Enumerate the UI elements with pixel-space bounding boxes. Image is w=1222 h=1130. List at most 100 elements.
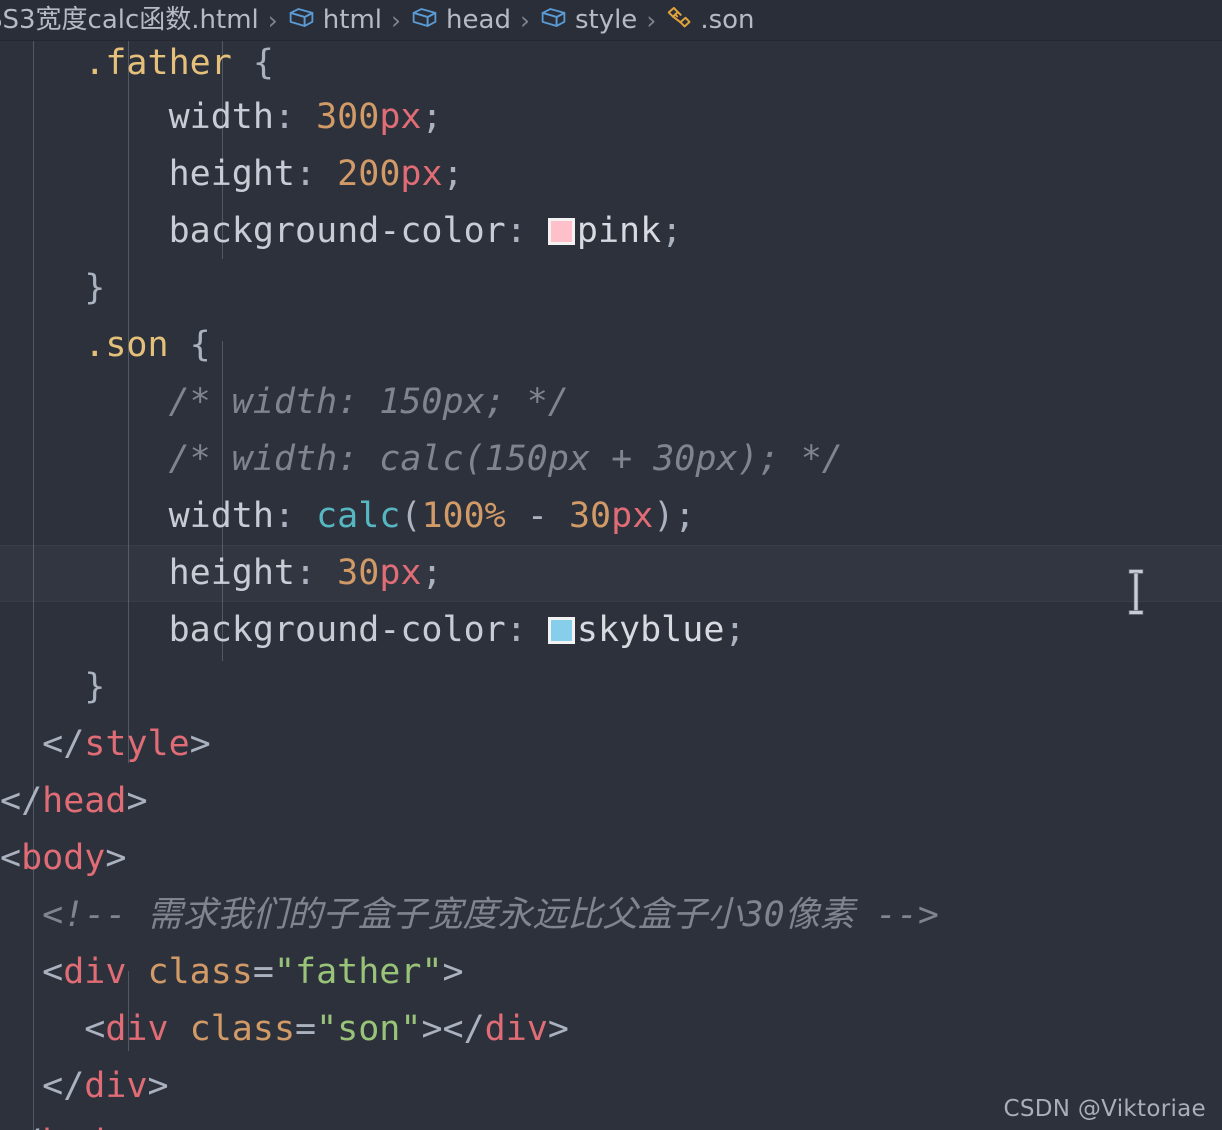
code-token: /* width: 150px; */ xyxy=(0,382,569,422)
symbol-module-icon xyxy=(539,3,568,37)
code-token: < xyxy=(0,838,22,878)
code-token: ; xyxy=(421,553,443,593)
code-line[interactable]: height: 200px; xyxy=(0,146,1222,203)
breadcrumb-item-.son[interactable]: .son xyxy=(665,4,755,37)
code-token: body xyxy=(42,1123,126,1130)
code-token: 30 xyxy=(568,496,612,536)
breadcrumb-separator: › xyxy=(267,5,278,35)
symbol-ruler-icon xyxy=(665,4,693,37)
code-line[interactable]: background-color: skyblue; xyxy=(0,602,1222,659)
code-line[interactable]: <body> xyxy=(0,830,1222,887)
code-line[interactable]: <!-- 需求我们的子盒子宽度永远比父盒子小30像素 --> xyxy=(0,887,1222,944)
code-line[interactable]: width: calc(100% - 30px); xyxy=(0,488,1222,545)
code-token: - xyxy=(505,496,569,536)
text-ibeam-cursor xyxy=(1128,569,1144,615)
code-token: "father" xyxy=(273,952,443,992)
csdn-watermark: CSDN @Viktoriae xyxy=(1003,1096,1206,1122)
code-token: = xyxy=(295,1009,317,1049)
code-token: height xyxy=(0,553,296,593)
breadcrumb-item-ss3calc.html[interactable]: SS3宽度calc函数.html xyxy=(0,7,259,33)
code-token: : xyxy=(505,211,548,251)
breadcrumb-separator: › xyxy=(519,5,530,35)
code-token: 30 xyxy=(337,553,380,593)
code-token: ); xyxy=(653,496,696,536)
code-line[interactable]: background-color: pink; xyxy=(0,203,1222,260)
code-token: pink xyxy=(576,211,662,251)
code-token: px xyxy=(400,154,443,194)
color-swatch-fill xyxy=(550,221,572,242)
code-line[interactable]: } xyxy=(0,659,1222,716)
code-token: { xyxy=(189,325,211,365)
color-swatch-skyblue[interactable] xyxy=(547,617,575,644)
code-token: </ xyxy=(0,724,85,764)
breadcrumb-item-style[interactable]: style xyxy=(539,3,637,37)
code-line[interactable]: /* width: 150px; */ xyxy=(0,374,1222,431)
code-line[interactable]: } xyxy=(0,260,1222,317)
code-token: div xyxy=(63,952,127,992)
code-line[interactable]: height: 30px; xyxy=(0,545,1222,602)
breadcrumb-item-label: head xyxy=(446,5,511,35)
code-line[interactable]: </head> xyxy=(0,773,1222,830)
code-token: > xyxy=(442,952,464,992)
symbol-ruler-icon xyxy=(668,6,691,27)
breadcrumb-item-html[interactable]: html xyxy=(287,3,382,37)
code-line[interactable]: </style> xyxy=(0,716,1222,773)
symbol-module-icon xyxy=(541,8,566,27)
code-token: </ xyxy=(0,1123,42,1130)
breadcrumb-item-label: html xyxy=(322,5,383,35)
code-line[interactable]: /* width: calc(150px + 30px); */ xyxy=(0,431,1222,488)
code-token: /* width: calc(150px + 30px); */ xyxy=(0,439,843,479)
code-token: background-color xyxy=(0,610,506,650)
symbol-module-icon xyxy=(287,3,316,37)
code-token: > xyxy=(147,1066,169,1106)
code-token: .son xyxy=(0,325,190,365)
code-token: class xyxy=(147,952,253,992)
code-line[interactable]: <div class="son"></div> xyxy=(0,1001,1222,1058)
breadcrumb-item-label: .son xyxy=(700,5,755,35)
code-token: } xyxy=(0,268,106,308)
breadcrumb-item-label: SS3宽度calc函数.html xyxy=(0,5,259,35)
symbol-module-icon xyxy=(289,8,314,27)
color-swatch-fill xyxy=(550,620,572,641)
code-token: : xyxy=(505,610,548,650)
code-line[interactable]: width: 300px; xyxy=(0,89,1222,146)
code-token: ></ xyxy=(421,1009,485,1049)
code-token: > xyxy=(189,724,211,764)
code-token: : xyxy=(273,496,317,536)
code-token: > xyxy=(105,838,127,878)
code-token: > xyxy=(547,1009,569,1049)
breadcrumb-separator: › xyxy=(391,5,402,35)
code-editor-surface[interactable]: .father { width: 300px; height: 200px; b… xyxy=(0,41,1222,1130)
code-token: head xyxy=(42,781,127,821)
code-token: div xyxy=(84,1066,148,1106)
code-token: ; xyxy=(442,154,464,194)
code-token: ; xyxy=(421,97,443,137)
code-token: calc xyxy=(316,496,401,536)
code-token: <!-- 需求我们的子盒子宽度永远比父盒子小30像素 --> xyxy=(0,895,939,935)
code-token: style xyxy=(84,724,190,764)
code-token: "son" xyxy=(316,1009,422,1049)
breadcrumb-separator: › xyxy=(646,5,657,35)
code-token: ( xyxy=(400,496,422,536)
code-token: px xyxy=(611,496,654,536)
code-line[interactable]: .son { xyxy=(0,317,1222,374)
symbol-module-icon xyxy=(410,3,439,37)
code-token: ; xyxy=(661,211,683,251)
breadcrumb-item-label: style xyxy=(574,5,638,35)
code-line[interactable]: <div class="father"> xyxy=(0,944,1222,1001)
breadcrumb-item-head[interactable]: head xyxy=(410,3,511,37)
code-token: px xyxy=(379,553,422,593)
code-token: ; xyxy=(724,610,746,650)
symbol-module-icon xyxy=(412,8,437,27)
code-token: : xyxy=(273,97,317,137)
code-line[interactable]: .father { xyxy=(0,41,1222,92)
code-token: } xyxy=(0,667,106,707)
code-token: body xyxy=(21,838,106,878)
code-token: 300 xyxy=(316,97,380,137)
code-token: div xyxy=(484,1009,548,1049)
color-swatch-pink[interactable] xyxy=(547,218,575,245)
code-token: : xyxy=(295,553,338,593)
code-token: width xyxy=(0,496,274,536)
code-token: < xyxy=(0,952,64,992)
